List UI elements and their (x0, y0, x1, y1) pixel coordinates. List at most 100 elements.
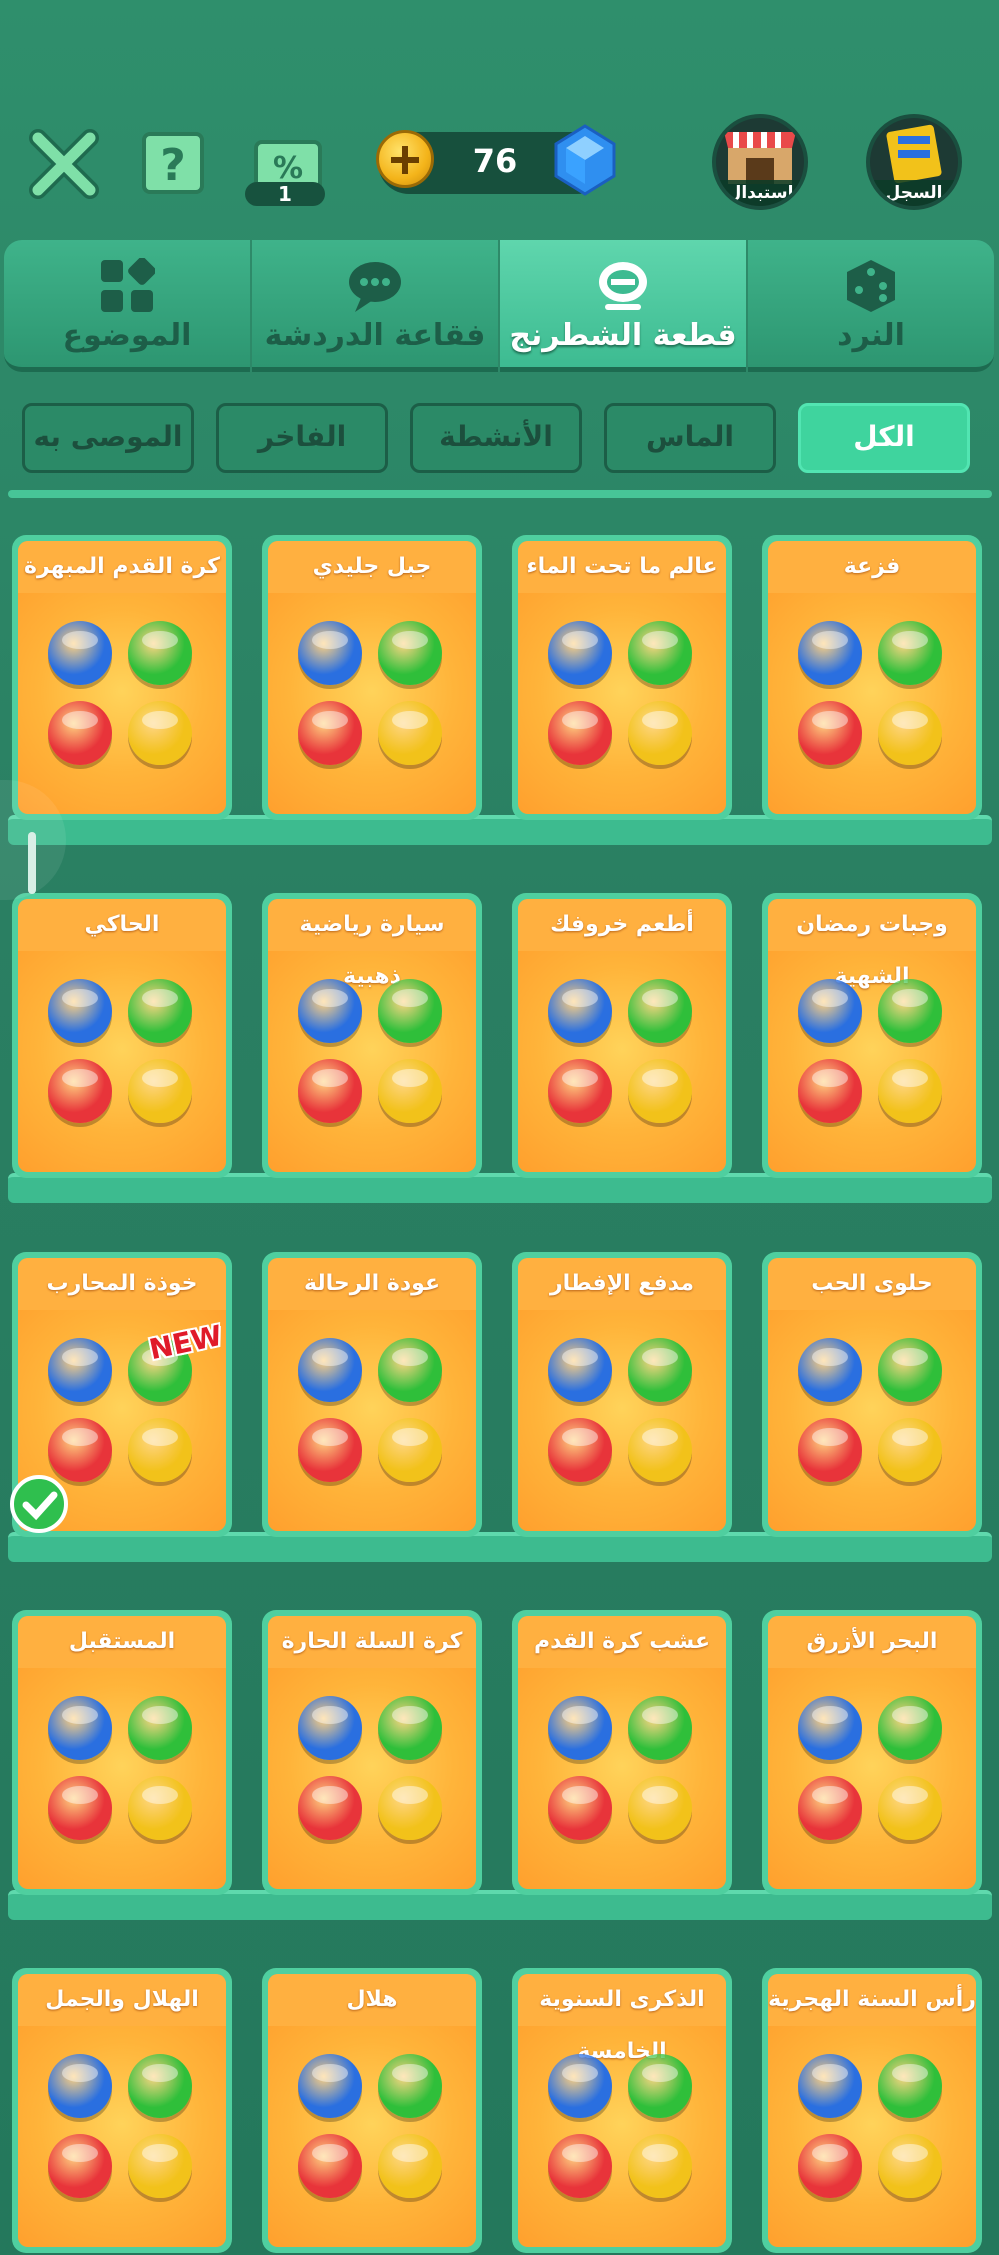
piece-set (298, 2054, 446, 2202)
close-icon[interactable] (28, 128, 100, 200)
chess-piece-card[interactable]: مدفع الإفطار (512, 1252, 732, 1537)
chess-piece-icon (798, 701, 862, 765)
chess-piece-card[interactable]: جبل جليدي (262, 535, 482, 820)
divider (8, 490, 992, 498)
filter-all[interactable]: الكل (798, 403, 970, 473)
svg-text:%: % (273, 151, 303, 186)
chess-piece-icon (298, 2054, 362, 2118)
scrollbar[interactable] (28, 832, 36, 894)
chess-piece-card[interactable]: سيارة رياضية ذهبية (262, 893, 482, 1178)
chess-piece-icon (878, 621, 942, 685)
card-body: عشب كرة القدم (518, 1616, 726, 1889)
tab-dice[interactable]: النرد (748, 240, 994, 372)
diamond-count: 76 (472, 142, 518, 180)
chess-piece-icon (298, 1418, 362, 1482)
chess-piece-card[interactable]: الذكرى السنوية الخامسة (512, 1968, 732, 2253)
chess-piece-card[interactable]: أطعم خروفك (512, 893, 732, 1178)
new-badge: NEW (145, 1318, 225, 1367)
card-body: البحر الأزرق (768, 1616, 976, 1889)
chess-piece-icon (798, 1338, 862, 1402)
record-button[interactable]: السجل (866, 114, 962, 210)
chess-piece-icon (128, 1418, 192, 1482)
chess-piece-icon (798, 2054, 862, 2118)
card-body: حلوى الحب (768, 1258, 976, 1531)
diamond-icon (554, 124, 616, 196)
chess-piece-card[interactable]: كرة السلة الحارة (262, 1610, 482, 1895)
chess-piece-icon (548, 2134, 612, 2198)
tab-label: النرد (837, 318, 905, 353)
chess-piece-card[interactable]: عالم ما تحت الماء (512, 535, 732, 820)
chess-piece-icon (548, 1059, 612, 1123)
card-body: كرة السلة الحارة (268, 1616, 476, 1889)
chess-piece-icon (798, 1418, 862, 1482)
chess-piece-card[interactable]: البحر الأزرق (762, 1610, 982, 1895)
piece-set (548, 979, 696, 1127)
chess-piece-icon (48, 1776, 112, 1840)
chess-piece-icon (298, 1696, 362, 1760)
card-body: أطعم خروفك (518, 899, 726, 1172)
piece-set (798, 1338, 946, 1486)
chess-piece-icon (128, 2134, 192, 2198)
chess-piece-card[interactable]: كرة القدم المبهرة (12, 535, 232, 820)
chess-piece-card[interactable]: فزعة (762, 535, 982, 820)
card-title: الهلال والجمل (18, 1974, 226, 2026)
chess-piece-icon (48, 621, 112, 685)
chess-piece-card[interactable]: حلوى الحب (762, 1252, 982, 1537)
chess-piece-icon (798, 2134, 862, 2198)
chess-piece-icon (378, 1696, 442, 1760)
chat-bubble-icon (349, 262, 401, 312)
chess-piece-icon (798, 979, 862, 1043)
chess-piece-card[interactable]: وجبات رمضان الشهية (762, 893, 982, 1178)
chess-piece-icon (878, 1696, 942, 1760)
chess-piece-icon (548, 979, 612, 1043)
chess-piece-card[interactable]: عشب كرة القدم (512, 1610, 732, 1895)
chess-piece-icon (298, 621, 362, 685)
filter-premium[interactable]: الفاخر (216, 403, 388, 473)
card-title: الذكرى السنوية الخامسة (518, 1974, 726, 2064)
card-title: كرة القدم المبهرة (18, 541, 226, 593)
chess-piece-card[interactable]: الهلال والجمل (12, 1968, 232, 2253)
tab-chat-bubble[interactable]: فقاعة الدردشة (252, 240, 498, 372)
card-body: فزعة (768, 541, 976, 814)
category-tabs: الموضوع فقاعة الدردشة قطعة الشطرنج النرد (0, 240, 999, 376)
chess-piece-card[interactable]: الحاكي (12, 893, 232, 1178)
card-body: كرة القدم المبهرة (18, 541, 226, 814)
top-bar: ? % 1 76 استبدال السجل (0, 110, 999, 220)
chess-piece-icon (628, 701, 692, 765)
card-body: الذكرى السنوية الخامسة (518, 1974, 726, 2247)
chess-piece-icon (298, 1776, 362, 1840)
filter-diamond[interactable]: الماس (604, 403, 776, 473)
card-body: الحاكي (18, 899, 226, 1172)
add-currency-icon[interactable] (376, 130, 434, 188)
filter-recommended[interactable]: الموصى به (22, 403, 194, 473)
card-title: البحر الأزرق (768, 1616, 976, 1668)
card-title: خوذة المحارب (18, 1258, 226, 1310)
chess-piece-card[interactable]: هلال (262, 1968, 482, 2253)
chess-piece-card[interactable]: عودة الرحالة (262, 1252, 482, 1537)
selected-check-icon (10, 1475, 68, 1533)
card-body: سيارة رياضية ذهبية (268, 899, 476, 1172)
card-body: جبل جليدي (268, 541, 476, 814)
chess-piece-card[interactable]: رأس السنة الهجرية (762, 1968, 982, 2253)
help-icon[interactable]: ? (140, 130, 206, 196)
card-title: عشب كرة القدم (518, 1616, 726, 1668)
piece-set (798, 2054, 946, 2202)
card-body: مدفع الإفطار (518, 1258, 726, 1531)
chess-piece-icon (798, 1059, 862, 1123)
chess-piece-icon (798, 1776, 862, 1840)
card-title: المستقبل (18, 1616, 226, 1668)
tab-theme[interactable]: الموضوع (4, 240, 250, 372)
filter-activities[interactable]: الأنشطة (410, 403, 582, 473)
chess-piece-card[interactable]: المستقبل (12, 1610, 232, 1895)
record-label: السجل (870, 180, 958, 206)
card-body: عالم ما تحت الماء (518, 541, 726, 814)
card-body: عودة الرحالة (268, 1258, 476, 1531)
chess-piece-icon (548, 1776, 612, 1840)
redeem-button[interactable]: استبدال (712, 114, 808, 210)
piece-set (548, 1338, 696, 1486)
record-icon (886, 124, 942, 184)
chess-piece-icon (378, 1776, 442, 1840)
chess-piece-icon (878, 1059, 942, 1123)
chess-piece-icon (48, 1696, 112, 1760)
tab-chess-piece[interactable]: قطعة الشطرنج (500, 240, 746, 372)
